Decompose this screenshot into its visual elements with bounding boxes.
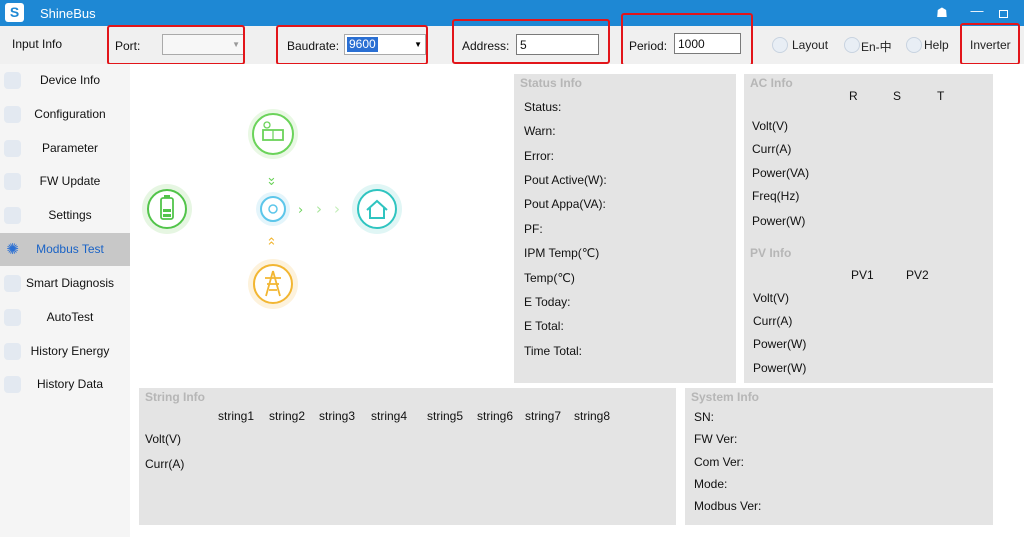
ac-info-title: AC Info [750, 76, 793, 90]
sidebar-item-settings[interactable]: Settings [0, 199, 130, 232]
ac-row-label: Curr(A) [752, 142, 792, 156]
system-field: Com Ver: [694, 455, 745, 469]
arrow-up-icon: ⌃ [266, 240, 277, 255]
string-info-title: String Info [145, 390, 205, 404]
status-info-panel: Status Info Status: Warn: Error: Pout Ac… [514, 74, 736, 383]
help-icon[interactable] [906, 37, 922, 53]
arrow-right-icon: › [334, 200, 340, 218]
string-column-header: string5 [427, 409, 464, 423]
maximize-icon[interactable] [994, 5, 1012, 23]
solar-panel-icon [248, 109, 298, 159]
layout-icon[interactable] [772, 37, 788, 53]
pv-row-label: Curr(A) [753, 314, 793, 328]
ac-row-label: Power(W) [752, 214, 806, 228]
ac-column-header: T [937, 89, 945, 103]
sidebar-item-smart-diagnosis[interactable]: Smart Diagnosis [0, 267, 130, 300]
energy-flow-diagram: ⌄ ⌄ › › › ⌃ ⌃ [142, 109, 402, 309]
system-info-title: System Info [691, 390, 760, 404]
pv-row-label: Power(W) [753, 337, 807, 351]
string-column-header: string1 [218, 409, 255, 423]
string-column-header: string6 [477, 409, 514, 423]
address-highlight [452, 19, 610, 64]
arrow-down-icon: ⌄ [266, 174, 277, 189]
system-field: SN: [694, 410, 715, 424]
language-button[interactable]: En-中 [861, 38, 892, 55]
arrow-right-icon: › [316, 200, 322, 218]
inverter-highlight [960, 23, 1020, 65]
system-field: FW Ver: [694, 432, 738, 446]
sidebar-item-history-data[interactable]: History Data [0, 368, 130, 401]
sidebar-item-history-energy[interactable]: History Energy [0, 335, 130, 368]
string-row-label: Curr(A) [145, 457, 185, 471]
pv-column-header: PV1 [851, 268, 874, 282]
home-icon [352, 184, 402, 234]
minimize-icon[interactable]: — [968, 2, 986, 20]
sidebar-item-fw-update[interactable]: FW Update [0, 165, 130, 198]
ac-row-label: Power(VA) [752, 166, 810, 180]
sidebar: Device Info Configuration Parameter FW U… [0, 64, 130, 537]
toolbar: Input Info Port: ▼ Baudrate: 9600 ▼ Addr… [0, 13, 1024, 66]
sidebar-item-device-info[interactable]: Device Info [0, 64, 130, 97]
pv-info-title: PV Info [750, 246, 792, 260]
battery-icon [142, 184, 192, 234]
language-icon[interactable] [844, 37, 860, 53]
period-highlight [621, 13, 753, 66]
status-field: Pout Active(W): [524, 173, 607, 187]
app-title: ShineBus [40, 6, 96, 21]
sidebar-item-autotest[interactable]: AutoTest [0, 301, 130, 334]
system-field: Modbus Ver: [694, 499, 762, 513]
string-column-header: string7 [525, 409, 562, 423]
arrow-right-icon: › [298, 203, 303, 218]
status-field: Error: [524, 149, 554, 163]
status-field: Temp(℃) [524, 271, 575, 285]
status-field: E Today: [524, 295, 571, 309]
string-column-header: string8 [574, 409, 611, 423]
status-field: Pout Appa(VA): [524, 197, 606, 211]
status-field: E Total: [524, 319, 564, 333]
ac-row-label: Freq(Hz) [752, 189, 800, 203]
port-highlight [107, 25, 245, 65]
pv-row-label: Volt(V) [753, 291, 790, 305]
shirt-icon[interactable]: ☗ [933, 4, 951, 22]
status-field: PF: [524, 222, 543, 236]
layout-button[interactable]: Layout [792, 38, 828, 52]
string-column-header: string3 [319, 409, 356, 423]
input-info-label: Input Info [12, 37, 63, 51]
sidebar-item-parameter[interactable]: Parameter [0, 132, 130, 165]
status-info-title: Status Info [520, 76, 582, 90]
inverter-icon [256, 192, 290, 226]
system-field: Mode: [694, 477, 728, 491]
main-area: ⌄ ⌄ › › › ⌃ ⌃ Status Info Status: Warn: … [130, 64, 1024, 537]
pv-info-panel: PV Info PV1 PV2 Volt(V) Curr(A) Power(W)… [744, 244, 993, 383]
string-row-label: Volt(V) [145, 432, 182, 446]
baudrate-highlight [276, 25, 428, 65]
status-field: Time Total: [524, 344, 583, 358]
status-field: Warn: [524, 124, 556, 138]
pv-row-label: Power(W) [753, 361, 807, 375]
app-logo-icon: S [5, 3, 24, 22]
ac-column-header: S [893, 89, 902, 103]
sidebar-item-modbus-test[interactable]: ✺ Modbus Test [0, 233, 130, 266]
string-info-panel: String Info string1 string2 string3 stri… [139, 388, 676, 525]
ac-column-header: R [849, 89, 858, 103]
pv-column-header: PV2 [906, 268, 929, 282]
ac-row-label: Volt(V) [752, 119, 789, 133]
status-field: Status: [524, 100, 562, 114]
string-column-header: string2 [269, 409, 306, 423]
sidebar-item-configuration[interactable]: Configuration [0, 98, 130, 131]
system-info-panel: System Info SN: FW Ver: Com Ver: Mode: M… [685, 388, 993, 525]
string-column-header: string4 [371, 409, 408, 423]
power-tower-icon [248, 259, 298, 309]
status-field: IPM Temp(℃) [524, 246, 600, 260]
help-button[interactable]: Help [924, 38, 949, 52]
